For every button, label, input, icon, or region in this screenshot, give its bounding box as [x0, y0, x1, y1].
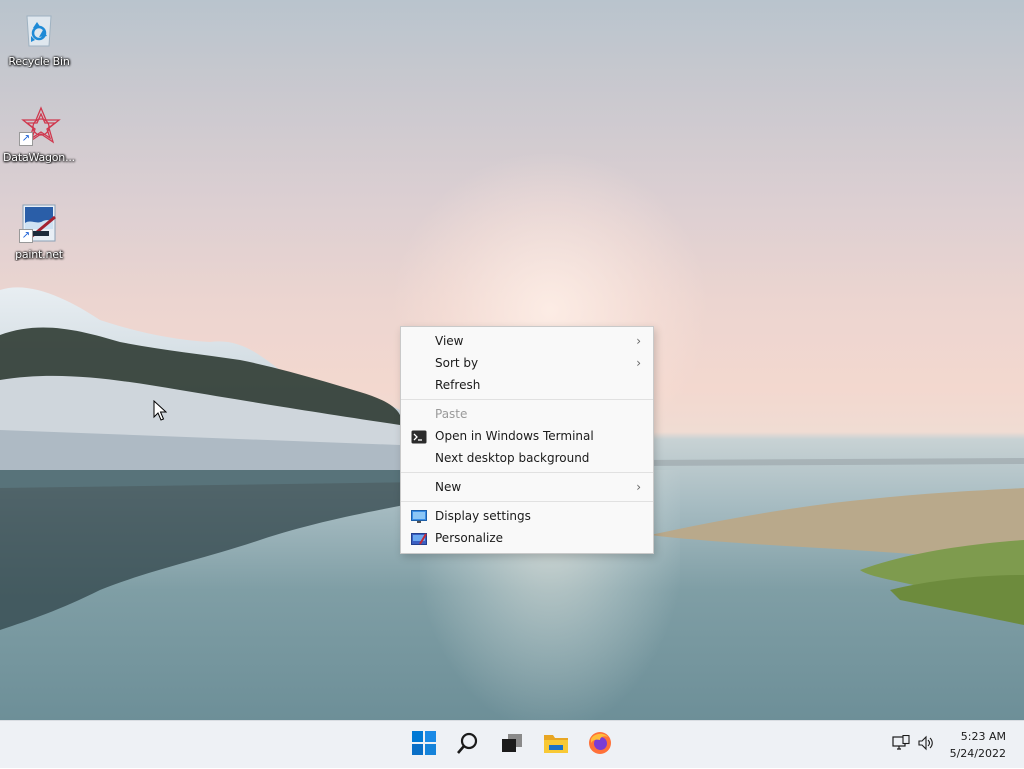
- desktop-icon-paint-net[interactable]: ↗ paint.net: [0, 203, 78, 261]
- clock-date: 5/24/2022: [949, 747, 1006, 760]
- file-explorer-button[interactable]: [540, 729, 572, 761]
- firefox-button[interactable]: [584, 729, 616, 761]
- task-view-button[interactable]: [496, 729, 528, 761]
- terminal-icon: [411, 429, 427, 444]
- wallpaper-reflection: [0, 470, 430, 630]
- menu-item-label: Personalize: [435, 531, 504, 545]
- network-icon[interactable]: [892, 734, 910, 755]
- shortcut-arrow-icon: ↗: [19, 229, 33, 243]
- menu-separator: [401, 399, 653, 400]
- desktop-icon-label: Recycle Bin: [8, 55, 70, 68]
- firefox-icon: [588, 731, 612, 759]
- datawagon-icon: ↗: [19, 106, 61, 146]
- clock-time: 5:23 AM: [960, 730, 1006, 743]
- menu-item-sort-by[interactable]: Sort by ›: [401, 352, 653, 374]
- menu-item-view[interactable]: View ›: [401, 330, 653, 352]
- menu-item-label: Next desktop background: [435, 451, 590, 465]
- system-tray: [892, 721, 934, 769]
- menu-item-label: View: [435, 334, 464, 348]
- menu-separator: [401, 501, 653, 502]
- desktop-icon-label: paint.net: [15, 248, 63, 261]
- chevron-right-icon: ›: [636, 356, 641, 370]
- menu-separator: [401, 472, 653, 473]
- menu-item-label: Open in Windows Terminal: [435, 429, 594, 443]
- volume-icon[interactable]: [918, 735, 934, 755]
- menu-item-label: New: [435, 480, 462, 494]
- menu-item-label: Paste: [435, 407, 468, 421]
- menu-item-next-background[interactable]: Next desktop background: [401, 447, 653, 469]
- task-view-icon: [500, 731, 524, 759]
- menu-item-refresh[interactable]: Refresh: [401, 374, 653, 396]
- search-icon: [456, 731, 480, 759]
- menu-item-paste: Paste: [401, 403, 653, 425]
- desktop-icon-datawagon[interactable]: ↗ DataWagon...: [0, 106, 78, 164]
- desktop-icon-recycle-bin[interactable]: Recycle Bin: [0, 10, 78, 68]
- menu-item-new[interactable]: New ›: [401, 476, 653, 498]
- menu-item-open-terminal[interactable]: Open in Windows Terminal: [401, 425, 653, 447]
- menu-item-personalize[interactable]: Personalize: [401, 527, 653, 549]
- start-button[interactable]: [408, 729, 440, 761]
- recycle-bin-icon: [19, 10, 59, 50]
- wallpaper-hills: [0, 287, 420, 470]
- paint-net-icon: ↗: [19, 203, 59, 243]
- file-explorer-icon: [543, 731, 569, 759]
- chevron-right-icon: ›: [636, 334, 641, 348]
- desktop-context-menu: View › Sort by › Refresh Paste Open in W…: [400, 326, 654, 554]
- start-icon: [412, 731, 436, 759]
- display-settings-icon: [411, 509, 427, 523]
- wallpaper-shore: [640, 458, 1024, 625]
- taskbar-clock[interactable]: 5:23 AM 5/24/2022: [950, 728, 1006, 762]
- mouse-cursor-icon: [153, 400, 167, 421]
- search-button[interactable]: [452, 729, 484, 761]
- taskbar: 5:23 AM 5/24/2022: [0, 720, 1024, 768]
- desktop-icon-label: DataWagon...: [3, 151, 75, 164]
- menu-item-display-settings[interactable]: Display settings: [401, 505, 653, 527]
- menu-item-label: Display settings: [435, 509, 531, 523]
- chevron-right-icon: ›: [636, 480, 641, 494]
- shortcut-arrow-icon: ↗: [19, 132, 33, 146]
- menu-item-label: Refresh: [435, 378, 481, 392]
- personalize-icon: [411, 531, 427, 545]
- menu-item-label: Sort by: [435, 356, 479, 370]
